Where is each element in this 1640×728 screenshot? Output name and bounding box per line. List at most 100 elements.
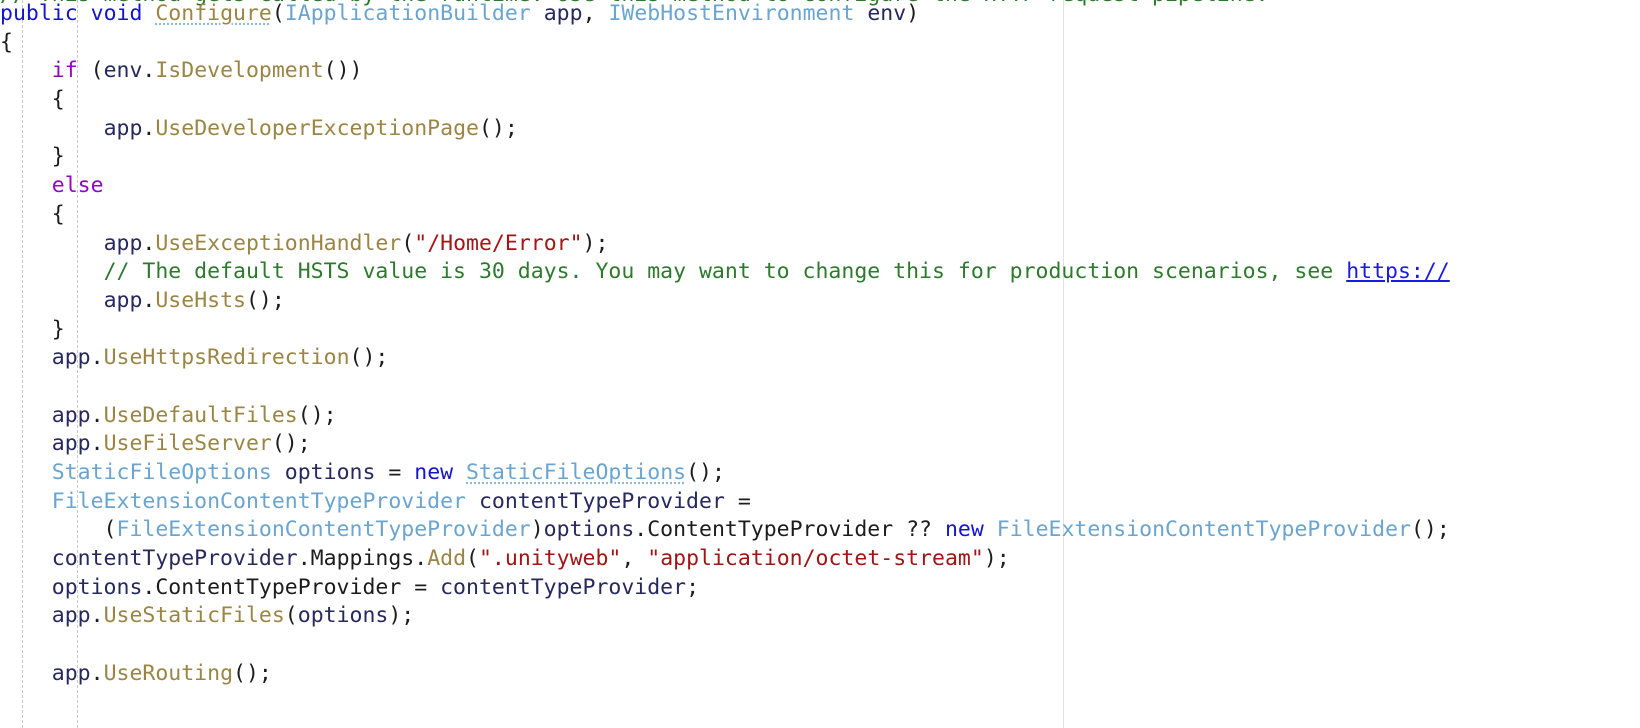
code-token: FileExtensionContentTypeProvider (996, 517, 1411, 543)
code-token: (); (297, 402, 337, 428)
code-token: (); (245, 287, 285, 313)
code-token: { (0, 29, 13, 55)
line-open-brace-else[interactable]: { (0, 201, 1640, 230)
code-token: (); (478, 115, 518, 141)
line-staticfileoptions-decl[interactable]: StaticFileOptions options = new StaticFi… (0, 459, 1640, 488)
code-token: FileExtensionContentTypeProvider (51, 488, 466, 514)
code-token: .Mappings. (297, 546, 428, 572)
line-contenttypeprovider-decl[interactable]: FileExtensionContentTypeProvider content… (0, 488, 1640, 517)
line-usehsts[interactable]: app.UseHsts(); (0, 287, 1640, 316)
code-token: ( (271, 1, 285, 26)
line-assign-contenttypeprovider[interactable]: options.ContentTypeProvider = contentTyp… (0, 574, 1640, 603)
code-token: app (543, 1, 583, 26)
code-token: UseFileServer (103, 431, 272, 457)
line-else[interactable]: else (0, 172, 1640, 201)
line-close-brace-else[interactable]: } (0, 316, 1640, 345)
code-token: } (0, 316, 65, 342)
code-token: . (142, 115, 156, 141)
code-token: env (103, 58, 143, 84)
code-token: contentTypeProvider (440, 574, 687, 600)
line-usedefaultfiles[interactable]: app.UseDefaultFiles(); (0, 402, 1640, 431)
code-token: void (90, 1, 143, 26)
line-open-brace-if[interactable]: { (0, 86, 1640, 115)
code-token: { (0, 201, 65, 227)
code-token: app (51, 402, 91, 428)
line-mappings-add[interactable]: contentTypeProvider.Mappings.Add(".unity… (0, 545, 1640, 574)
line-hsts-comment[interactable]: // The default HSTS value is 30 days. Yo… (0, 258, 1640, 287)
code-token: (); (271, 431, 311, 457)
code-token: . (90, 402, 104, 428)
code-token: UseDeveloperExceptionPage (155, 115, 479, 141)
code-token: IWebHostEnvironment (608, 1, 855, 26)
line-contenttypeprovider-cast[interactable]: (FileExtensionContentTypeProvider)option… (0, 516, 1640, 545)
code-token: . (90, 660, 104, 686)
code-token: . (142, 58, 156, 84)
code-token: new (414, 460, 454, 485)
code-token: options (297, 603, 389, 629)
line-usestaticfiles[interactable]: app.UseStaticFiles(options); (0, 602, 1640, 631)
code-token: ".unityweb" (478, 546, 622, 572)
code-token: ); (388, 603, 415, 629)
line-useexceptionhandler[interactable]: app.UseExceptionHandler("/Home/Error"); (0, 230, 1640, 259)
line-blank-2[interactable] (0, 631, 1640, 660)
code-token: app (103, 287, 143, 313)
line-configure-signature[interactable]: public void Configure(IApplicationBuilde… (0, 0, 1640, 29)
code-token: ( (0, 517, 117, 543)
code-token: // The default HSTS value is 30 days. Yo… (103, 259, 1347, 285)
code-token: ) (530, 517, 544, 543)
code-token: } (0, 144, 65, 170)
code-token: options (543, 517, 635, 543)
code-token: app (103, 230, 143, 256)
line-open-brace-method[interactable]: { (0, 29, 1640, 58)
code-token: app (51, 603, 91, 629)
line-if-isdevelopment[interactable]: if (env.IsDevelopment()) (0, 57, 1640, 86)
line-usefileserver[interactable]: app.UseFileServer(); (0, 430, 1640, 459)
line-userouting[interactable]: app.UseRouting(); (0, 660, 1640, 689)
line-blank-1[interactable] (0, 373, 1640, 402)
code-token: . (142, 230, 156, 256)
code-token: . (90, 603, 104, 629)
code-token: env (867, 1, 907, 26)
code-token: FileExtensionContentTypeProvider (116, 517, 531, 543)
code-token: . (90, 431, 104, 457)
code-token: app (103, 115, 143, 141)
code-token: . (90, 345, 104, 371)
code-token: StaticFileOptions (51, 460, 272, 485)
code-token: Add (427, 546, 467, 572)
code-token: .ContentTypeProvider ?? (634, 517, 945, 543)
code-token: UseStaticFiles (103, 603, 285, 629)
code-text-area[interactable]: public void Configure(IApplicationBuilde… (0, 0, 1640, 689)
code-token: https:// (1346, 259, 1450, 285)
code-token: { (0, 87, 65, 113)
code-token: UseHsts (155, 287, 246, 313)
line-usedeveloperexceptionpage[interactable]: app.UseDeveloperExceptionPage(); (0, 115, 1640, 144)
code-editor-viewport[interactable]: // This method gets called by the runtim… (0, 0, 1640, 728)
code-token: ()) (323, 58, 363, 84)
code-token: if (51, 58, 78, 84)
code-token: contentTypeProvider (51, 546, 298, 572)
line-close-brace-if[interactable]: } (0, 143, 1640, 172)
code-token: ( (401, 230, 415, 256)
code-token: ( (284, 603, 298, 629)
code-token: new (944, 517, 984, 543)
code-token: , (621, 546, 648, 572)
line-usehttpsredirection[interactable]: app.UseHttpsRedirection(); (0, 344, 1640, 373)
code-token: UseRouting (103, 660, 234, 686)
code-token: options (51, 574, 143, 600)
code-token: .ContentTypeProvider = (142, 574, 441, 600)
